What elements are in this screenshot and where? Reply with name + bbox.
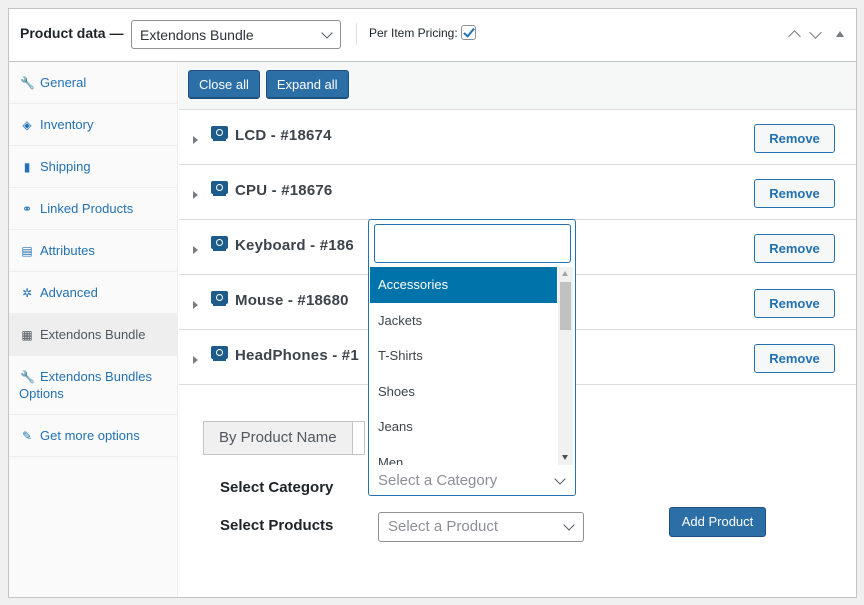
sidebar-item-general[interactable]: 🔧 General — [9, 62, 177, 104]
remove-button[interactable]: Remove — [754, 344, 835, 373]
wrench-icon: 🔧 — [20, 370, 35, 384]
category-select-placeholder: Select a Category — [378, 472, 498, 489]
expand-arrow-icon[interactable] — [193, 191, 198, 199]
sidebar-item-inventory[interactable]: ◈ Inventory — [9, 104, 177, 146]
expand-arrow-icon[interactable] — [193, 136, 198, 144]
expand-arrow-icon[interactable] — [193, 356, 198, 364]
product-select[interactable]: Select a Product — [378, 512, 584, 542]
gear-icon: ✲ — [21, 286, 33, 300]
remove-button[interactable]: Remove — [754, 234, 835, 263]
sidebar-item-get-more-options[interactable]: ✎ Get more options — [9, 415, 177, 457]
bundle-item-name: HeadPhones - #1 — [235, 347, 359, 364]
bundle-item-row[interactable]: CPU - #18676 Remove — [179, 165, 856, 220]
chevron-down-icon — [554, 473, 566, 485]
chevron-down-icon — [563, 519, 575, 531]
move-up-icon[interactable] — [788, 30, 801, 43]
sidebar-item-advanced[interactable]: ✲ Advanced — [9, 272, 177, 314]
search-tabs: By Product Name — [203, 421, 365, 455]
visibility-icon — [211, 181, 228, 196]
scroll-thumb[interactable] — [560, 282, 571, 330]
dropdown-scrollbar[interactable] — [558, 267, 573, 465]
visibility-icon — [211, 126, 228, 141]
close-all-button[interactable]: Close all — [188, 70, 260, 99]
category-option[interactable]: Jeans — [370, 409, 557, 445]
visibility-icon — [211, 291, 228, 306]
visibility-icon — [211, 346, 228, 361]
category-option[interactable]: Shoes — [370, 374, 557, 410]
category-option[interactable]: Jackets — [370, 303, 557, 339]
sidebar-item-extendons-bundles-options[interactable]: 🔧 Extendons Bundles Options — [9, 356, 177, 415]
select-products-label: Select Products — [220, 517, 334, 534]
bundle-item-row[interactable]: LCD - #18674 Remove — [179, 110, 856, 165]
move-down-icon[interactable] — [809, 26, 822, 39]
bundle-item-name: Keyboard - #186 — [235, 237, 354, 254]
sidebar-item-attributes[interactable]: ▤ Attributes — [9, 230, 177, 272]
category-option[interactable]: T-Shirts — [370, 338, 557, 374]
grid-icon: ▦ — [21, 328, 33, 342]
chevron-down-icon — [321, 27, 333, 39]
sidebar-item-linked-products[interactable]: ⚭ Linked Products — [9, 188, 177, 230]
bundle-item-name: CPU - #18676 — [235, 182, 333, 199]
panel-controls — [788, 26, 844, 43]
category-options-list: Accessories Jackets T-Shirts Shoes Jeans… — [370, 267, 557, 465]
expand-all-button[interactable]: Expand all — [265, 70, 349, 99]
link-icon: ⚭ — [21, 202, 33, 216]
tab-second[interactable] — [352, 421, 365, 455]
scroll-up-icon[interactable] — [562, 271, 568, 276]
list-icon: ▤ — [21, 244, 33, 258]
select-category-label: Select Category — [220, 479, 334, 496]
category-option[interactable]: Accessories — [370, 267, 557, 303]
sidebar-item-extendons-bundle[interactable]: ▦ Extendons Bundle — [9, 314, 177, 356]
panel-header: Product data — Extendons Bundle Per Item… — [9, 9, 856, 62]
category-search-input[interactable] — [374, 224, 571, 263]
bundle-toolbar: Close all Expand all — [179, 62, 856, 110]
bundle-item-name: Mouse - #18680 — [235, 292, 349, 309]
divider — [356, 23, 357, 45]
per-item-pricing-label: Per Item Pricing: — [369, 26, 458, 40]
bundle-item-name: LCD - #18674 — [235, 127, 332, 144]
sidebar-item-shipping[interactable]: ▮ Shipping — [9, 146, 177, 188]
product-select-placeholder: Select a Product — [388, 518, 499, 535]
category-select[interactable]: Select a Category — [369, 470, 575, 495]
category-dropdown: Accessories Jackets T-Shirts Shoes Jeans… — [368, 219, 576, 496]
product-type-select[interactable]: Extendons Bundle — [131, 20, 341, 49]
remove-button[interactable]: Remove — [754, 289, 835, 318]
add-product-button[interactable]: Add Product — [669, 507, 766, 537]
category-option[interactable]: Men — [370, 445, 557, 466]
remove-button[interactable]: Remove — [754, 179, 835, 208]
panel-title: Product data — — [20, 25, 124, 41]
wrench-icon: 🔧 — [20, 76, 35, 90]
tag-icon: ◈ — [22, 118, 32, 132]
toggle-panel-icon[interactable] — [836, 30, 844, 37]
product-data-tabs: 🔧 General ◈ Inventory ▮ Shipping ⚭ Linked Pr… — [9, 62, 178, 597]
scroll-down-icon[interactable] — [562, 455, 568, 460]
product-type-value: Extendons Bundle — [140, 27, 254, 43]
per-item-pricing-checkbox[interactable] — [461, 25, 476, 40]
expand-arrow-icon[interactable] — [193, 301, 198, 309]
plugin-icon: ✎ — [21, 429, 33, 443]
truck-icon: ▮ — [23, 160, 31, 174]
remove-button[interactable]: Remove — [754, 124, 835, 153]
expand-arrow-icon[interactable] — [193, 246, 198, 254]
visibility-icon — [211, 236, 228, 251]
tab-by-product-name[interactable]: By Product Name — [203, 421, 353, 455]
